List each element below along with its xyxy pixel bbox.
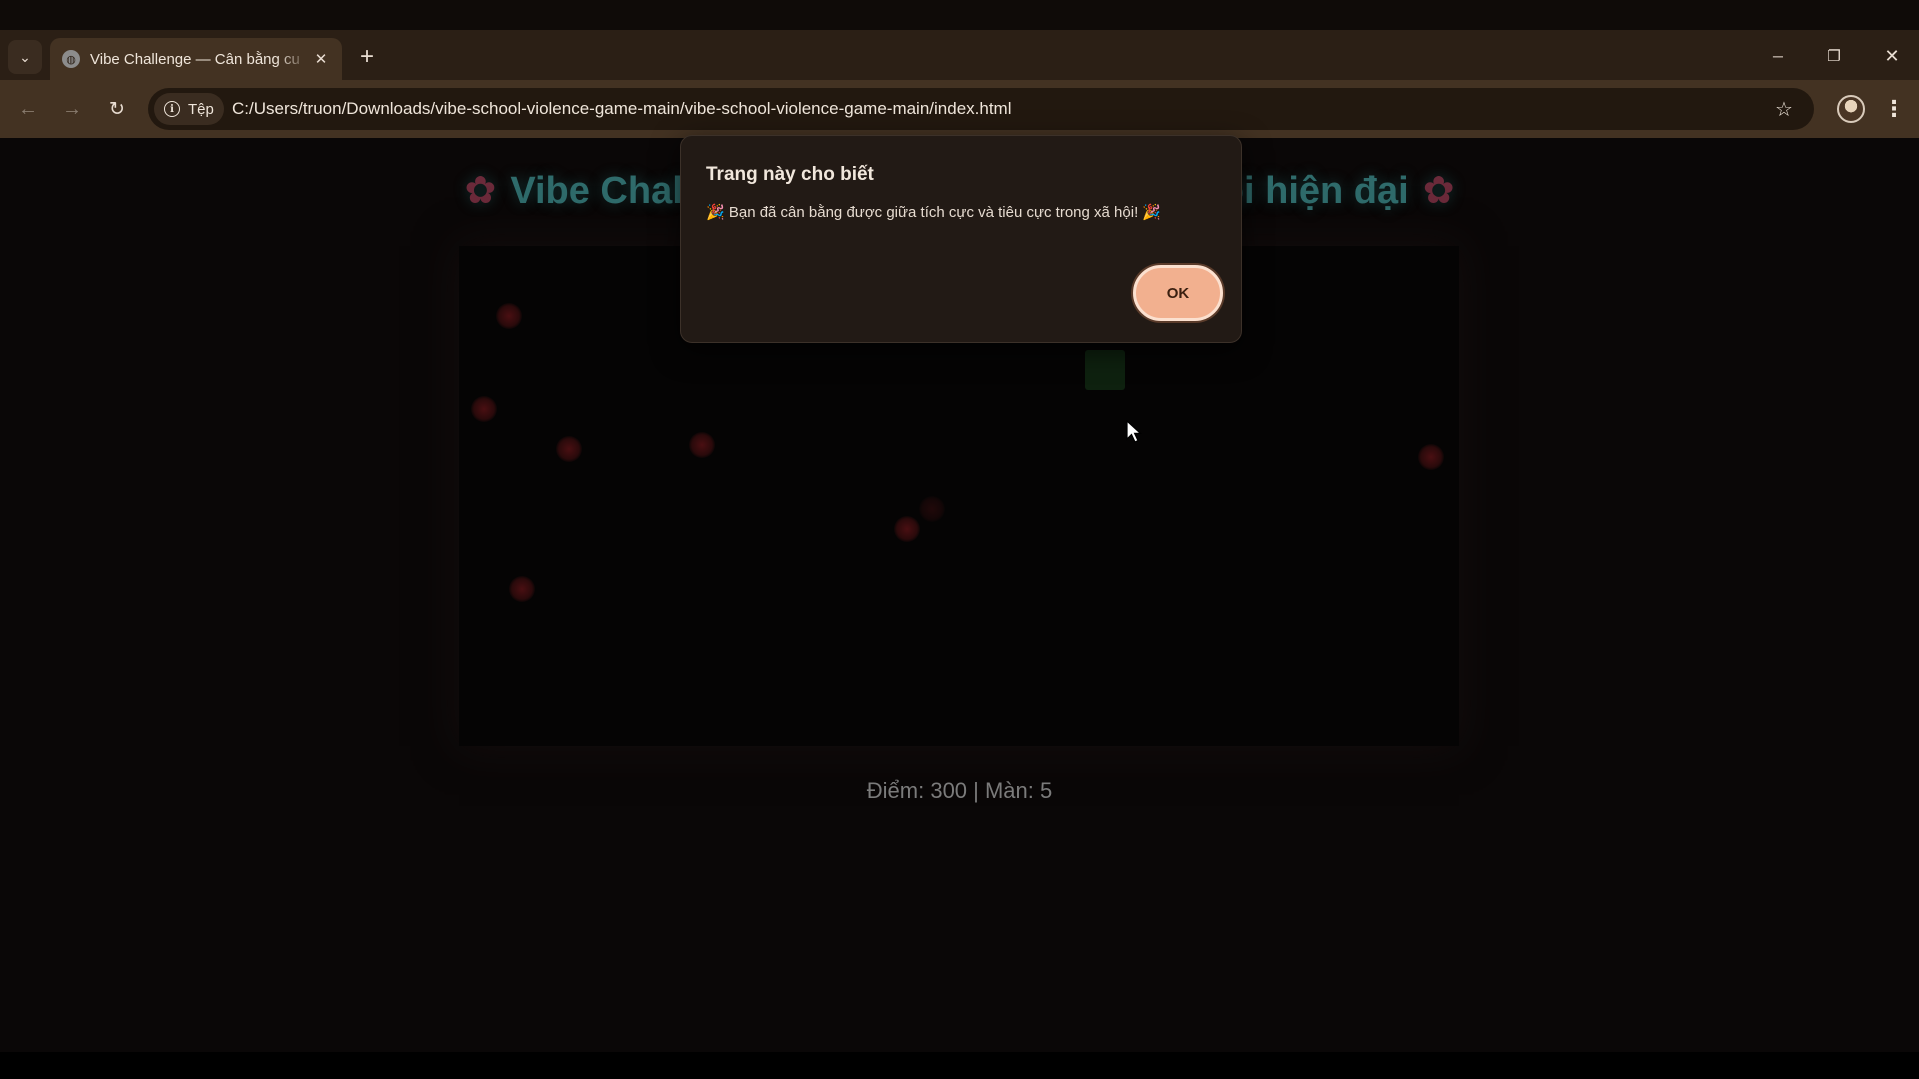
reload-button[interactable]: ↻ [101,93,133,125]
restore-button[interactable]: ❐ [1812,38,1856,74]
tab-strip: ⌄ ◍ Vibe Challenge — Cân bằng cu ✕ + ─ ❐… [0,30,1919,80]
more-vertical-icon: ⋮ [1883,96,1905,121]
new-tab-button[interactable]: + [352,42,382,72]
tab-close-button[interactable]: ✕ [310,48,332,70]
negative-object [496,303,522,329]
minimize-icon: ─ [1773,48,1783,64]
globe-icon: ◍ [62,50,80,68]
screen: ⌄ ◍ Vibe Challenge — Cân bằng cu ✕ + ─ ❐… [0,0,1919,1079]
score-status: Điểm: 300 | Màn: 5 [866,778,1053,803]
alert-dialog: Trang này cho biết 🎉 Bạn đã cân bằng đượ… [680,135,1242,343]
negative-object [1418,444,1444,470]
active-tab[interactable]: ◍ Vibe Challenge — Cân bằng cu ✕ [50,38,342,80]
address-bar[interactable]: i Tệp C:/Users/truon/Downloads/vibe-scho… [148,88,1814,130]
flower-icon: ✿ [1422,170,1455,212]
profile-avatar[interactable] [1837,95,1865,123]
browser-toolbar: ← → ↻ i Tệp C:/Users/truon/Downloads/vib… [0,80,1919,138]
negative-object [894,516,920,542]
minimize-button[interactable]: ─ [1756,38,1800,74]
close-icon: ✕ [1884,45,1900,66]
info-icon: i [164,101,180,117]
browser-menu-button[interactable]: ⋮ [1878,93,1910,125]
site-chip-label: Tệp [188,100,214,118]
negative-object [919,496,945,522]
arrow-right-icon: → [62,97,82,120]
close-icon: ✕ [314,51,328,68]
plus-icon: + [359,43,374,70]
url-text[interactable]: C:/Users/truon/Downloads/vibe-school-vio… [232,88,1012,130]
bookmark-button[interactable]: ☆ [1768,93,1800,125]
chevron-down-icon: ⌄ [19,48,31,65]
window-close-button[interactable]: ✕ [1870,38,1914,74]
negative-object [471,396,497,422]
game-title-right: ội hiện đại [1220,170,1409,212]
tab-title: Vibe Challenge — Cân bằng cu [90,50,300,68]
tab-search-button[interactable]: ⌄ [8,40,42,74]
negative-object [689,432,715,458]
arrow-left-icon: ← [18,97,38,120]
ok-button[interactable]: OK [1133,265,1223,321]
site-info-chip[interactable]: i Tệp [154,93,224,125]
bottom-strip [0,1052,1919,1079]
dialog-message: 🎉 Bạn đã cân bằng được giữa tích cực và … [706,204,1162,221]
dialog-title: Trang này cho biết [706,164,874,185]
negative-object [509,576,535,602]
game-title-left: Vibe Chal [510,170,683,212]
negative-object [556,436,582,462]
forward-button[interactable]: → [56,93,88,125]
back-button[interactable]: ← [12,93,44,125]
flower-icon: ✿ [464,170,497,212]
cursor-icon [1126,420,1142,443]
restore-icon: ❐ [1827,48,1841,65]
player-square [1085,350,1125,390]
star-icon: ☆ [1775,98,1793,121]
os-top-bar [0,0,1919,30]
reload-icon: ↻ [109,98,125,120]
